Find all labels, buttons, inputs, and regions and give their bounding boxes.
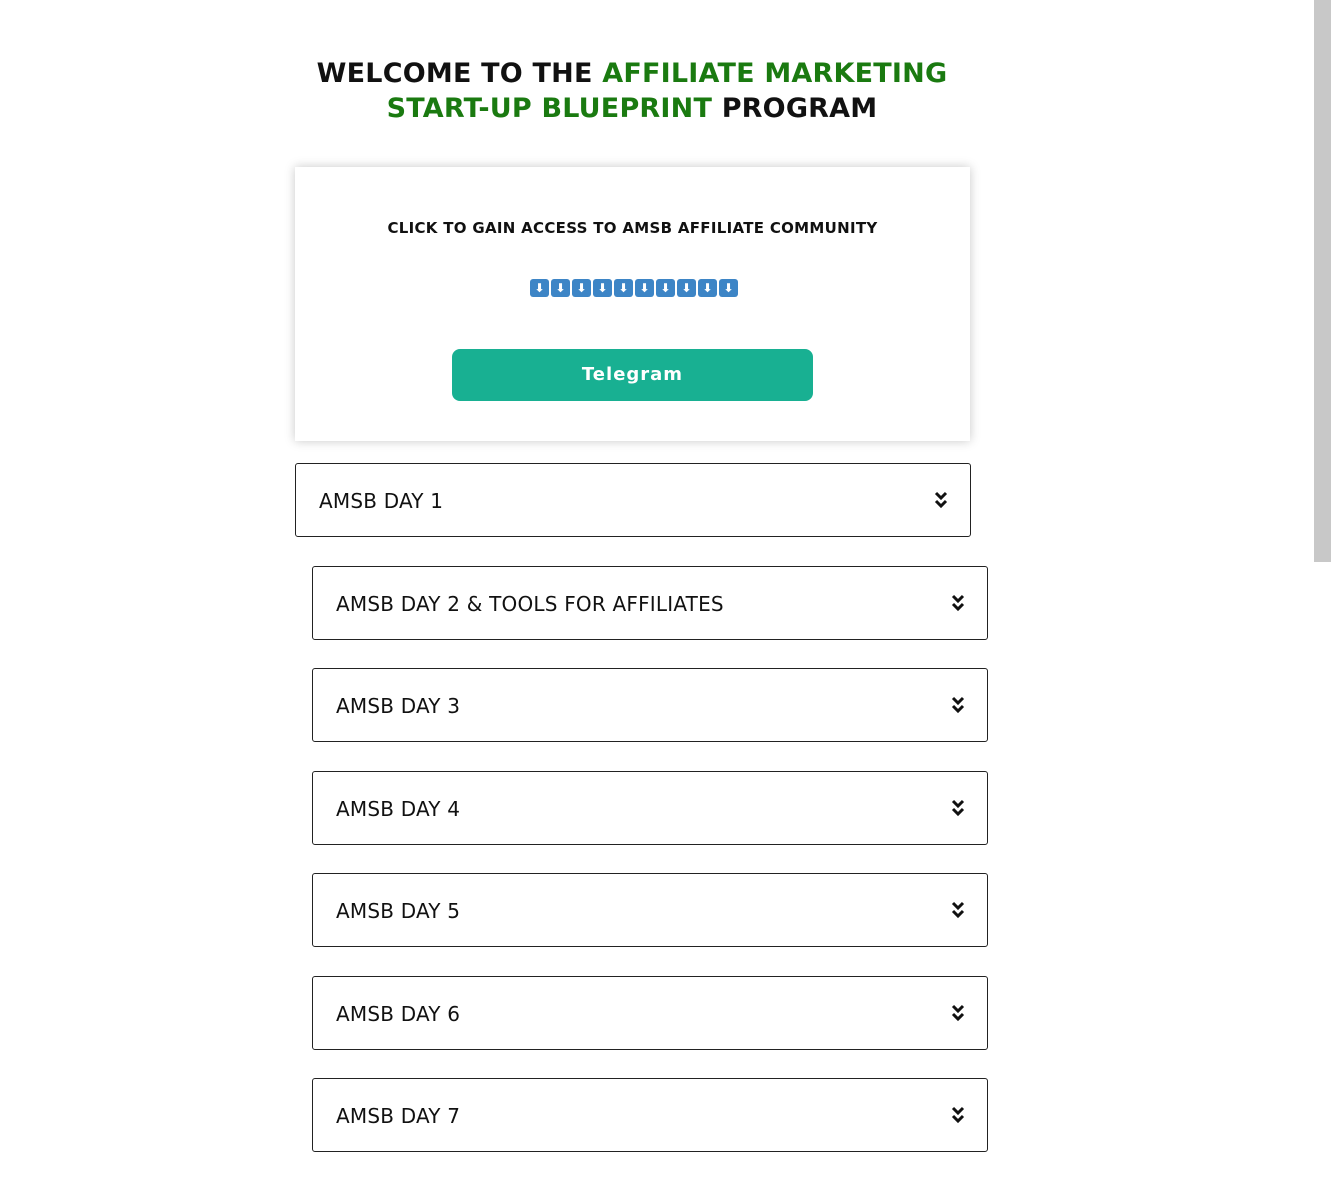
accordion-day-3[interactable]: AMSB DAY 3	[312, 668, 988, 742]
title-highlight-1: AFFILIATE MARKETING	[602, 58, 948, 89]
double-chevron-down-icon	[951, 901, 965, 919]
accordion-label: AMSB DAY 2 & TOOLS FOR AFFILIATES	[336, 592, 724, 616]
double-chevron-down-icon	[951, 1004, 965, 1022]
accordion-label: AMSB DAY 3	[336, 694, 461, 718]
scrollbar[interactable]	[1314, 0, 1331, 1182]
accordion-day-7[interactable]: AMSB DAY 7	[312, 1078, 988, 1152]
double-chevron-down-icon	[951, 1106, 965, 1124]
down-arrow-box-icon: ⬇	[593, 279, 612, 297]
double-chevron-down-icon	[951, 594, 965, 612]
down-arrow-box-icon: ⬇	[530, 279, 549, 297]
accordion-day-4[interactable]: AMSB DAY 4	[312, 771, 988, 845]
accordion-day-6[interactable]: AMSB DAY 6	[312, 976, 988, 1050]
title-highlight-2: START-UP BLUEPRINT	[386, 93, 713, 124]
down-arrow-box-icon: ⬇	[698, 279, 717, 297]
scrollbar-thumb[interactable]	[1314, 0, 1331, 562]
down-arrow-box-icon: ⬇	[551, 279, 570, 297]
accordion-day-5[interactable]: AMSB DAY 5	[312, 873, 988, 947]
accordion-label: AMSB DAY 6	[336, 1002, 461, 1026]
down-arrow-box-icon: ⬇	[719, 279, 738, 297]
down-arrow-box-icon: ⬇	[614, 279, 633, 297]
community-card-title: CLICK TO GAIN ACCESS TO AMSB AFFILIATE C…	[387, 219, 878, 237]
accordion-label: AMSB DAY 5	[336, 899, 461, 923]
down-arrow-box-icon: ⬇	[635, 279, 654, 297]
telegram-button[interactable]: Telegram	[452, 349, 813, 401]
page-title: WELCOME TO THE AFFILIATE MARKETING START…	[280, 56, 984, 126]
accordion-label: AMSB DAY 7	[336, 1104, 461, 1128]
down-arrows-row: ⬇ ⬇ ⬇ ⬇ ⬇ ⬇ ⬇ ⬇ ⬇ ⬇	[530, 279, 738, 297]
down-arrow-box-icon: ⬇	[677, 279, 696, 297]
page: WELCOME TO THE AFFILIATE MARKETING START…	[0, 0, 1331, 1182]
title-suffix: PROGRAM	[712, 93, 878, 124]
title-prefix: WELCOME TO THE	[316, 58, 603, 89]
double-chevron-down-icon	[951, 696, 965, 714]
double-chevron-down-icon	[951, 799, 965, 817]
down-arrow-box-icon: ⬇	[572, 279, 591, 297]
accordion-day-2[interactable]: AMSB DAY 2 & TOOLS FOR AFFILIATES	[312, 566, 988, 640]
community-card: CLICK TO GAIN ACCESS TO AMSB AFFILIATE C…	[295, 167, 970, 441]
double-chevron-down-icon	[934, 491, 948, 509]
down-arrow-box-icon: ⬇	[656, 279, 675, 297]
accordion-day-1[interactable]: AMSB DAY 1	[295, 463, 971, 537]
accordion-label: AMSB DAY 4	[336, 797, 461, 821]
accordion-label: AMSB DAY 1	[319, 489, 444, 513]
